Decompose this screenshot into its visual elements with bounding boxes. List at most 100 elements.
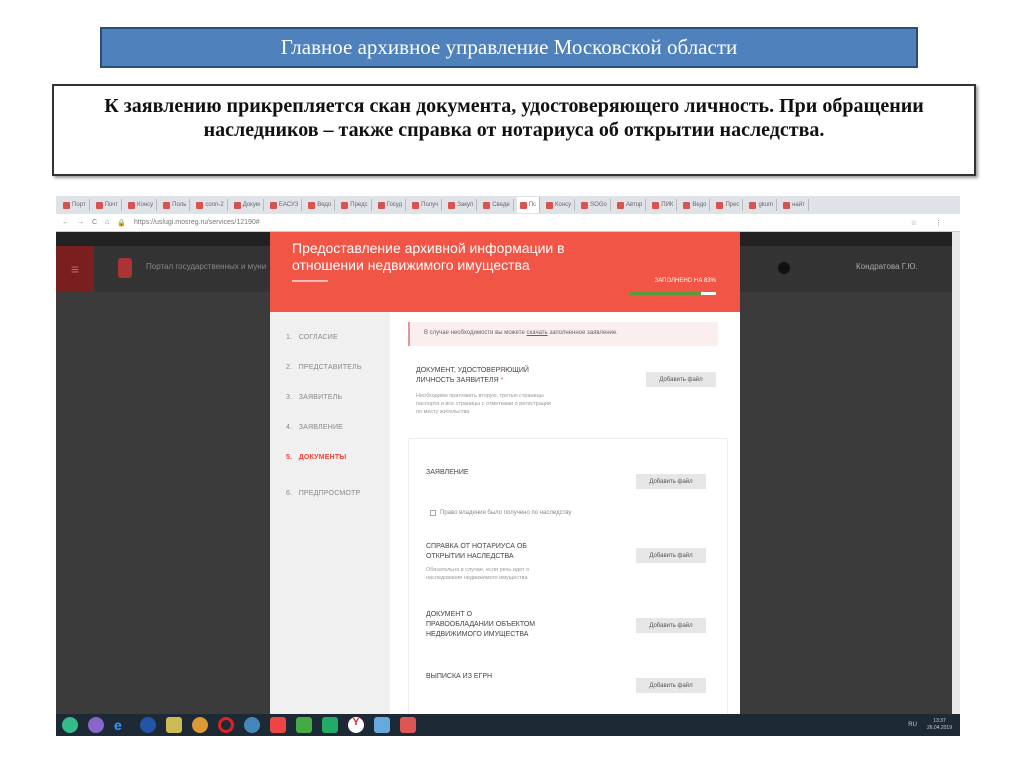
- favicon-icon: [128, 201, 136, 209]
- notice-banner: В случае необходимости вы можете скачать…: [408, 322, 718, 346]
- browser-tab[interactable]: Автор: [614, 199, 647, 211]
- favicon-icon: [233, 201, 241, 209]
- browser-tab[interactable]: Закуп: [445, 199, 478, 211]
- step-5[interactable]: 5. ДОКУМЕНТЫ: [286, 454, 346, 461]
- favicon-icon: [448, 201, 456, 209]
- document-hint: Необходимо приложить вторую, третью стра…: [416, 393, 552, 415]
- favicon-icon: [581, 201, 589, 209]
- favicon-icon: [412, 201, 420, 209]
- step-4[interactable]: 4. ЗАЯВЛЕНИЕ: [286, 424, 343, 431]
- browser-screenshot: Порт Почт Консу Поль conn-2 Докум ЕАСУЗ Ведо Пре…: [56, 196, 960, 736]
- favicon-icon: [749, 201, 757, 209]
- clock[interactable]: 13:37 26.04.2019: [927, 718, 952, 732]
- modal-title: Предоставление архивной информации в отн…: [292, 240, 565, 273]
- browser-tab[interactable]: gkum: [746, 199, 778, 211]
- browser-tab[interactable]: Госуд: [375, 199, 407, 211]
- yandex-icon[interactable]: [270, 717, 286, 733]
- browser-tab[interactable]: Прес: [713, 199, 744, 211]
- progress-label: ЗАПОЛНЕНО НА 83%: [654, 278, 716, 284]
- favicon-icon: [163, 201, 171, 209]
- browser-tab[interactable]: Почт: [93, 199, 123, 211]
- browser-tab[interactable]: найт: [780, 199, 809, 211]
- url-text[interactable]: https://uslugi.mosreg.ru/services/12190#: [134, 219, 260, 226]
- opera-icon[interactable]: [218, 717, 234, 733]
- slide-note: К заявлению прикрепляется скан документа…: [52, 84, 976, 176]
- browser-tab[interactable]: Предс: [338, 199, 372, 211]
- browser-tab[interactable]: Консу: [125, 199, 158, 211]
- document-title: ДОКУМЕНТ, УДОСТОВЕРЯЮЩИЙ ЛИЧНОСТЬ ЗАЯВИТ…: [416, 367, 529, 384]
- favicon-icon: [616, 201, 624, 209]
- browser-tab[interactable]: ЕАСУЗ: [267, 199, 303, 211]
- service-form-modal: Предоставление архивной информации в отн…: [270, 232, 740, 714]
- app-icon[interactable]: [244, 717, 260, 733]
- coat-of-arms-icon: [118, 258, 132, 278]
- add-file-button[interactable]: Добавить файл: [646, 372, 716, 387]
- app-icon[interactable]: [140, 717, 156, 733]
- inheritance-checkbox-row[interactable]: Право владения было получено по наследст…: [430, 510, 571, 516]
- favicon-icon: [652, 201, 660, 209]
- browser-tab[interactable]: conn-2: [193, 199, 228, 211]
- forward-icon[interactable]: →: [77, 219, 84, 226]
- browser-tab[interactable]: Докум: [231, 199, 264, 211]
- progress-bar: [630, 292, 716, 295]
- menu-icon[interactable]: ≡: [56, 246, 94, 292]
- download-link[interactable]: скачать: [526, 330, 547, 336]
- start-icon[interactable]: [62, 717, 78, 733]
- favicon-icon: [95, 201, 103, 209]
- checkbox[interactable]: [430, 510, 436, 516]
- app-icon[interactable]: [296, 717, 312, 733]
- yandex-browser-icon[interactable]: Y: [348, 717, 364, 733]
- browser-tab[interactable]: Пс: [516, 197, 540, 213]
- browser-tab[interactable]: Ведо: [680, 199, 711, 211]
- bookmark-star-icon[interactable]: ☆ ⋮: [911, 219, 950, 227]
- lock-icon: 🔒: [117, 219, 127, 227]
- favicon-icon: [683, 201, 691, 209]
- browser-tab[interactable]: Порт: [60, 199, 90, 211]
- step-1[interactable]: 1. СОГЛАСИЕ: [286, 334, 338, 341]
- app-icon[interactable]: [374, 717, 390, 733]
- browser-tab[interactable]: Получ: [409, 199, 443, 211]
- app-icon[interactable]: [88, 717, 104, 733]
- browser-tab[interactable]: Сведе: [480, 199, 514, 211]
- reload-icon[interactable]: C: [92, 219, 97, 226]
- accessibility-icon[interactable]: [778, 262, 790, 274]
- back-icon[interactable]: ←: [62, 219, 69, 226]
- chrome-icon[interactable]: [192, 717, 208, 733]
- powerpoint-icon[interactable]: [400, 717, 416, 733]
- user-name[interactable]: Кондратова Г.Ю.: [856, 262, 918, 271]
- browser-tab[interactable]: Консу: [543, 199, 576, 211]
- steps-nav: 1. СОГЛАСИЕ 2. ПРЕДСТАВИТЕЛЬ 3. ЗАЯВИТЕЛЬ 4…: [270, 312, 390, 714]
- step-3[interactable]: 3. ЗАЯВИТЕЛЬ: [286, 394, 342, 401]
- address-bar[interactable]: ← → C ⌂ 🔒 https://uslugi.mosreg.ru/servi…: [56, 214, 960, 232]
- favicon-icon: [519, 201, 527, 209]
- favicon-icon: [308, 201, 316, 209]
- browser-tab[interactable]: SOGo: [578, 199, 611, 211]
- favicon-icon: [546, 201, 553, 209]
- home-icon[interactable]: ⌂: [105, 219, 109, 226]
- browser-tab[interactable]: Поль: [160, 199, 191, 211]
- step-2[interactable]: 2. ПРЕДСТАВИТЕЛЬ: [286, 364, 362, 371]
- favicon-icon: [269, 201, 277, 209]
- portal-name[interactable]: Портал государственных и муниципальных у…: [146, 262, 266, 271]
- ie-icon[interactable]: e: [114, 717, 130, 733]
- browser-tab[interactable]: Ведо: [305, 199, 336, 211]
- favicon-icon: [341, 201, 349, 209]
- tab-strip: Порт Почт Консу Поль conn-2 Докум ЕАСУЗ Ведо Пре…: [56, 196, 960, 214]
- favicon-icon: [377, 201, 385, 209]
- slide-title: Главное архивное управление Московской о…: [100, 27, 918, 68]
- language-indicator[interactable]: RU: [908, 722, 917, 728]
- explorer-icon[interactable]: [166, 717, 182, 733]
- favicon-icon: [483, 201, 491, 209]
- title-underline: [292, 280, 328, 282]
- documents-card: [408, 438, 728, 714]
- browser-tab[interactable]: ПИК: [649, 199, 678, 211]
- favicon-icon: [63, 201, 70, 209]
- modal-header: Предоставление архивной информации в отн…: [270, 232, 740, 312]
- scrollbar[interactable]: [952, 232, 960, 714]
- favicon-icon: [716, 201, 724, 209]
- favicon-icon: [783, 201, 791, 209]
- excel-icon[interactable]: [322, 717, 338, 733]
- favicon-icon: [196, 201, 204, 209]
- taskbar: e Y RU 13:37 26.04.2019: [56, 714, 960, 736]
- step-6[interactable]: 6. ПРЕДПРОСМОТР: [286, 490, 360, 497]
